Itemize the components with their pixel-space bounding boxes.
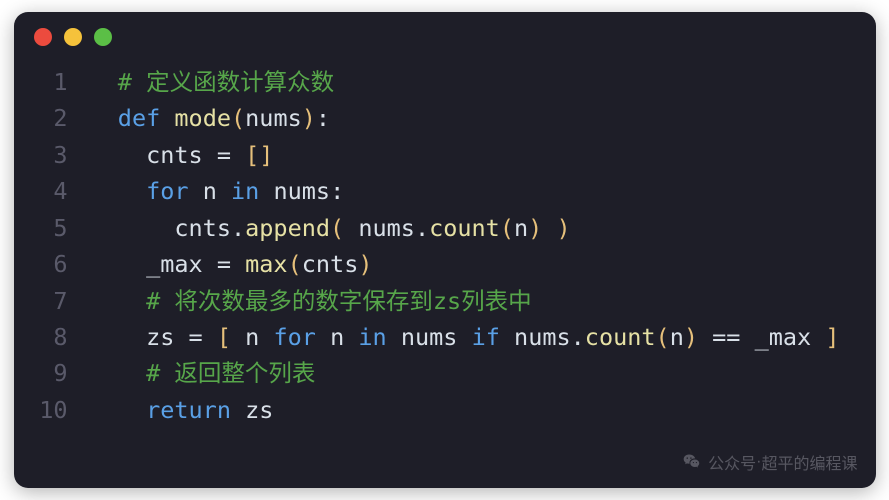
line-number: 10 — [24, 392, 90, 428]
zoom-icon[interactable] — [94, 28, 112, 46]
wechat-icon — [682, 452, 702, 472]
watermark-label: 公众号 — [708, 450, 756, 474]
line-number: 6 — [24, 246, 90, 282]
titlebar — [14, 12, 876, 54]
line-number: 5 — [24, 210, 90, 246]
close-icon[interactable] — [34, 28, 52, 46]
code-line: 9 # 返回整个列表 — [24, 355, 856, 391]
line-number: 3 — [24, 137, 90, 173]
code-line: 6 _max = max(cnts) — [24, 246, 856, 282]
code-line: 2 def mode(nums): — [24, 100, 856, 136]
code-content: # 返回整个列表 — [90, 355, 316, 391]
code-line: 4 for n in nums: — [24, 173, 856, 209]
code-content: zs = [ n for n in nums if nums.count(n) … — [90, 319, 840, 355]
line-number: 7 — [24, 283, 90, 319]
watermark-name: 超平的编程课 — [761, 450, 857, 474]
line-number: 9 — [24, 355, 90, 391]
code-line: 3 cnts = [] — [24, 137, 856, 173]
code-content: # 定义函数计算众数 — [90, 64, 335, 100]
code-content: _max = max(cnts) — [90, 246, 373, 282]
code-line: 5 cnts.append( nums.count(n) ) — [24, 210, 856, 246]
code-content: cnts.append( nums.count(n) ) — [90, 210, 571, 246]
minimize-icon[interactable] — [64, 28, 82, 46]
line-number: 2 — [24, 100, 90, 136]
code-content: return zs — [90, 392, 274, 428]
line-number: 4 — [24, 173, 90, 209]
code-line: 7 # 将次数最多的数字保存到zs列表中 — [24, 283, 856, 319]
code-line: 10 return zs — [24, 392, 856, 428]
code-content: cnts = [] — [90, 137, 274, 173]
code-content: for n in nums: — [90, 173, 345, 209]
code-window: 1 # 定义函数计算众数2 def mode(nums):3 cnts = []… — [14, 12, 876, 488]
line-number: 8 — [24, 319, 90, 355]
code-area: 1 # 定义函数计算众数2 def mode(nums):3 cnts = []… — [14, 54, 876, 448]
code-line: 1 # 定义函数计算众数 — [24, 64, 856, 100]
line-number: 1 — [24, 64, 90, 100]
code-line: 8 zs = [ n for n in nums if nums.count(n… — [24, 319, 856, 355]
watermark: 公众号 · 超平的编程课 — [682, 450, 857, 474]
code-content: # 将次数最多的数字保存到zs列表中 — [90, 283, 532, 319]
code-content: def mode(nums): — [90, 100, 331, 136]
